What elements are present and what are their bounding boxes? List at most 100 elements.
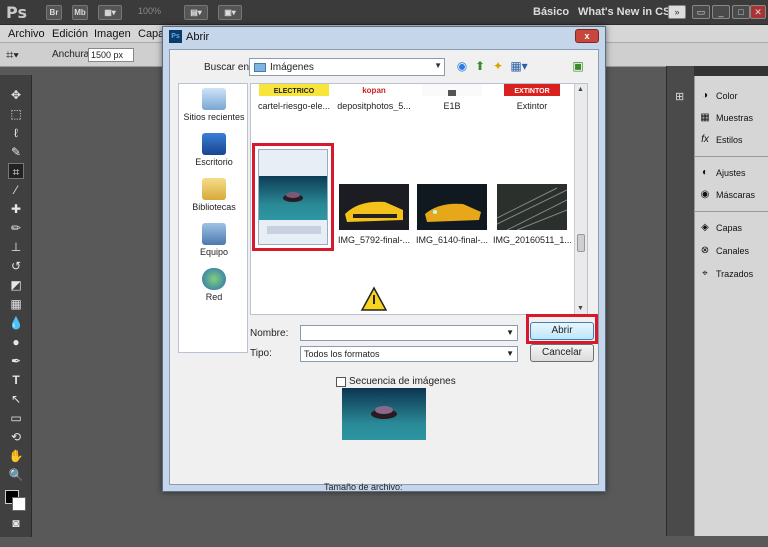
filename-input[interactable]: ▼ <box>300 325 518 341</box>
whats-new-link[interactable]: What's New in CS5 <box>578 6 677 18</box>
file-item[interactable]: IMG_5792-final-... <box>335 184 413 245</box>
background-color-swatch[interactable] <box>12 497 26 511</box>
width-input[interactable]: 1500 px <box>88 48 134 62</box>
scroll-up-icon[interactable]: ▲ <box>577 86 584 93</box>
up-folder-icon[interactable]: ⬆ <box>472 58 488 74</box>
file-name: cartel-riesgo-ele... <box>257 101 331 111</box>
gradient-tool-icon[interactable]: ▦ <box>8 296 24 312</box>
history-brush-icon[interactable]: ↺ <box>8 258 24 274</box>
lasso-tool-icon[interactable]: ℓ <box>8 125 24 141</box>
scroll-down-icon[interactable]: ▼ <box>577 305 584 312</box>
eyedropper-tool-icon[interactable]: ⁄ <box>8 182 24 198</box>
new-folder-icon[interactable]: ✦ <box>490 58 506 74</box>
thumbnail-text: ELECTRICO <box>274 88 315 95</box>
healing-tool-icon[interactable]: ✚ <box>8 201 24 217</box>
panel-masks[interactable]: ◉ Máscaras <box>699 186 767 204</box>
file-item[interactable]: E1B <box>413 84 491 111</box>
quick-select-tool-icon[interactable]: ✎ <box>8 144 24 160</box>
zoom-level[interactable]: 100% <box>138 6 161 16</box>
place-desktop[interactable]: Escritorio <box>179 133 249 167</box>
dodge-tool-icon[interactable]: ● <box>8 334 24 350</box>
desktop-icon <box>202 133 226 155</box>
maximize-icon[interactable]: □ <box>732 5 750 19</box>
place-recent[interactable]: Sitios recientes <box>179 88 249 122</box>
scroll-thumb[interactable] <box>577 234 585 252</box>
workspace-expand-button[interactable]: » <box>668 5 686 19</box>
panel-adjustments[interactable]: ◐ Ajustes <box>699 164 767 182</box>
bridge-button[interactable]: Br <box>46 5 62 20</box>
blur-tool-icon[interactable]: 💧 <box>8 315 24 331</box>
type-select[interactable]: Todos los formatos ▼ <box>300 346 518 362</box>
dialog-close-button[interactable]: x <box>575 29 599 43</box>
file-item[interactable]: IMG_20160511_1... <box>493 184 571 245</box>
cancel-button[interactable]: Cancelar <box>530 344 594 362</box>
stamp-tool-icon[interactable]: ⊥ <box>8 239 24 255</box>
folder-icon <box>254 62 266 72</box>
file-item[interactable] <box>335 284 413 314</box>
eraser-tool-icon[interactable]: ◩ <box>8 277 24 293</box>
look-in-select[interactable]: Imágenes ▼ <box>249 58 445 76</box>
arrange-docs-button[interactable]: ▤▾ <box>184 5 208 20</box>
back-icon[interactable]: ◉ <box>454 58 470 74</box>
view-menu-icon[interactable]: ▦▾ <box>508 58 530 74</box>
view-extras-button[interactable]: ▦▾ <box>98 5 122 20</box>
menu-imagen[interactable]: Imagen <box>94 28 131 40</box>
color-icon: ◑ <box>701 90 709 101</box>
place-libraries[interactable]: Bibliotecas <box>179 178 249 212</box>
panel-channels[interactable]: ⊗ Canales <box>699 242 767 260</box>
styles-icon: fx <box>701 134 709 145</box>
file-thumbnail <box>417 184 487 230</box>
place-network[interactable]: Red <box>179 268 249 302</box>
menu-edicion[interactable]: Edición <box>52 28 88 40</box>
crop-tool-icon[interactable]: ⌗▾ <box>6 47 19 63</box>
file-name: IMG_20160511_1... <box>493 235 571 245</box>
selected-file-tile <box>258 149 328 245</box>
file-thumbnail <box>339 184 409 230</box>
panel-color[interactable]: ◑ Color <box>699 87 767 105</box>
marquee-tool-icon[interactable]: ⬚ <box>8 106 24 122</box>
close-icon[interactable]: ✕ <box>750 5 766 19</box>
shape-tool-icon[interactable]: ▭ <box>8 410 24 426</box>
chevron-down-icon: ▼ <box>506 328 514 337</box>
hand-tool-icon[interactable]: ✋ <box>8 448 24 464</box>
workspace-basic[interactable]: Básico <box>533 6 569 18</box>
panel-layers[interactable]: ◈ Capas <box>699 219 767 237</box>
panel-swatches[interactable]: ▦ Muestras <box>699 109 767 127</box>
panel-paths[interactable]: ⌖ Trazados <box>699 265 767 283</box>
zoom-tool-icon[interactable]: 🔍 <box>8 467 24 483</box>
screen-mode-button[interactable]: ▣▾ <box>218 5 242 20</box>
crop-tool-icon[interactable]: ⌗ <box>8 163 24 179</box>
history-icon[interactable]: ⊞ <box>675 90 684 103</box>
file-item[interactable]: EXTINTOR Extintor <box>493 84 571 111</box>
selected-file-highlight[interactable] <box>252 143 334 251</box>
menu-capa[interactable]: Capa <box>138 28 164 40</box>
brush-tool-icon[interactable]: ✏ <box>8 220 24 236</box>
move-tool-icon[interactable]: ✥ <box>8 87 24 103</box>
width-label: Anchura: <box>52 49 93 60</box>
sequence-checkbox[interactable] <box>336 376 346 387</box>
file-thumbnail: kopan <box>344 84 404 96</box>
place-computer[interactable]: Equipo <box>179 223 249 257</box>
paths-icon: ⌖ <box>702 268 708 279</box>
panel-label: Muestras <box>716 113 754 123</box>
quick-mask-icon[interactable]: ◙ <box>8 515 24 531</box>
menu-archivo[interactable]: Archivo <box>8 28 45 40</box>
type-tool-icon[interactable]: T <box>8 372 24 388</box>
3d-rotate-icon[interactable]: ⟲ <box>8 429 24 445</box>
cs-live-icon[interactable]: ▭ <box>692 5 710 19</box>
file-name: IMG_5792-final-... <box>337 235 411 245</box>
adjustments-icon: ◐ <box>701 167 709 178</box>
file-item[interactable]: ELECTRICO cartel-riesgo-ele... <box>255 84 333 111</box>
file-item[interactable]: IMG_6140-final-... <box>413 184 491 245</box>
path-select-icon[interactable]: ↖ <box>8 391 24 407</box>
pen-tool-icon[interactable]: ✒ <box>8 353 24 369</box>
panel-styles[interactable]: fx Estilos <box>699 131 767 149</box>
bridge-folder-icon[interactable]: ▣ <box>570 58 586 74</box>
file-name: E1B <box>443 101 461 111</box>
file-list-scrollbar[interactable]: ▲ ▼ <box>574 84 587 314</box>
file-item[interactable]: kopan depositphotos_5... <box>335 84 413 111</box>
file-name: depositphotos_5... <box>337 101 411 111</box>
sequence-option[interactable]: Secuencia de imágenes <box>336 376 456 387</box>
minimize-icon[interactable]: _ <box>712 5 730 19</box>
mini-bridge-button[interactable]: Mb <box>72 5 88 20</box>
